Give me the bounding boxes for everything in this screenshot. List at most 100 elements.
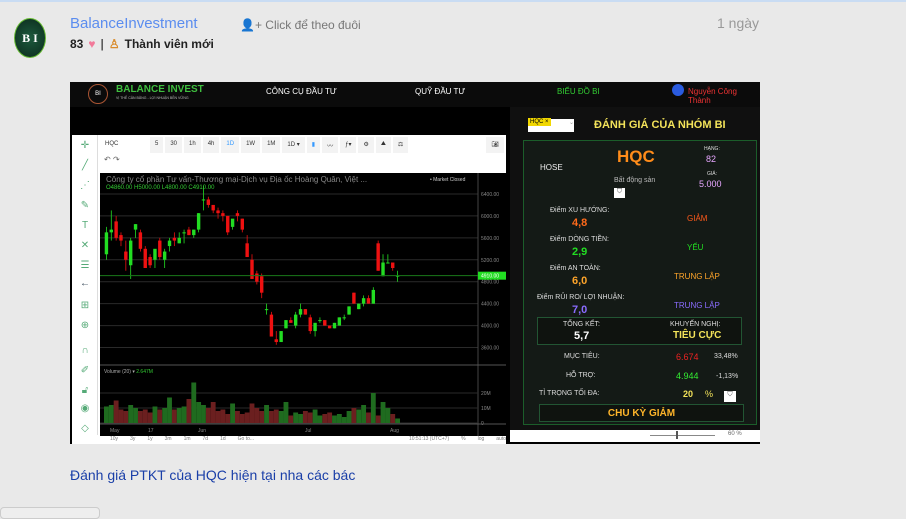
volume-bar [293, 412, 299, 423]
score-label: Điểm DÒNG TIỀN: [550, 236, 609, 243]
target-pct: 33,48% [714, 353, 738, 360]
volume-bar [171, 409, 177, 423]
candlestick-chart[interactable]: 6400.00 6000.00 5600.00 5200.00 4800.00 4400.… [100, 173, 506, 436]
user-name[interactable]: Nguyễn Công Thành [688, 87, 760, 105]
candle [337, 317, 342, 326]
rank-value: 82 [706, 154, 717, 164]
candle [357, 303, 361, 310]
candle [284, 320, 288, 329]
candles-icon[interactable]: ▮ [306, 137, 321, 153]
compare-icon[interactable]: ⛰ [375, 137, 391, 153]
candle [366, 298, 371, 304]
volume-bar [220, 409, 226, 423]
indicator-icon[interactable]: ƒ▾ [340, 137, 357, 153]
arrow-left-icon[interactable]: ← [79, 278, 91, 289]
candle [293, 314, 298, 326]
x-tick-label: 17 [148, 428, 154, 434]
user-avatar[interactable] [672, 84, 684, 96]
filter-icon[interactable]: ⛉ [614, 188, 625, 198]
symbol-select[interactable]: HQC × ⌄ [528, 118, 574, 132]
crosshair-icon[interactable]: ✛ [79, 140, 91, 151]
score-value: 4,8 [572, 217, 588, 229]
reply-box[interactable] [0, 507, 100, 519]
clock: 10:51:13 (UTC+7) [408, 436, 450, 442]
author-link[interactable]: BalanceInvestment [70, 15, 198, 32]
y-tick-label: 6000.00 [481, 214, 499, 220]
measure-icon[interactable]: ☰ [79, 260, 91, 271]
percent-toggle[interactable]: % [461, 436, 465, 444]
nav-tools[interactable]: CÔNG CỤ ĐẦU TƯ [266, 87, 337, 96]
magnet-icon[interactable]: ∩ [79, 345, 91, 356]
candle [342, 317, 346, 319]
goto-button[interactable]: Go to... [238, 436, 254, 444]
evaluation-panel: HQC × ⌄ ĐÁNH GIÁ CỦA NHÓM BI HOSE HQC Bất… [510, 107, 760, 430]
interval-30[interactable]: 30 [165, 137, 183, 153]
chart-plot[interactable]: 6400.00 6000.00 5600.00 5200.00 4800.00 4400.… [100, 173, 506, 436]
lock-draw-icon[interactable]: ✐ [79, 365, 91, 376]
redo-icon[interactable]: ↷ [113, 155, 120, 164]
zoom-slider[interactable] [650, 435, 715, 436]
follow-button[interactable]: 👤+ Click để theo đuôi [240, 18, 361, 32]
volume-bar [395, 418, 400, 423]
nav-funds[interactable]: QUỸ ĐẦU TƯ [415, 87, 465, 96]
range-3y[interactable]: 3y [130, 436, 135, 444]
eye-icon[interactable]: ◉ [79, 403, 91, 414]
volume-bar [118, 409, 124, 423]
post-image[interactable]: BI BALANCE INVEST VỊ THẾ CÂN BẰNG - LỢI … [70, 82, 760, 444]
scale-icon[interactable]: ⚖ [392, 137, 409, 153]
interval-5[interactable]: 5 [150, 137, 164, 153]
trendline-icon[interactable]: ╱ [79, 160, 91, 171]
candle [279, 331, 283, 343]
text-icon[interactable]: T [79, 220, 91, 231]
camera-icon[interactable]: 📷︎ [486, 137, 504, 153]
magnifier-icon[interactable]: ⊕ [79, 320, 91, 331]
lock-icon[interactable]: 🔓︎ [79, 385, 91, 396]
pattern-icon[interactable]: ✕ [79, 240, 91, 251]
layers-icon[interactable]: ◇ [79, 423, 91, 434]
volume-bar [239, 414, 245, 423]
volume-bar [346, 411, 352, 423]
symbol-input[interactable]: HQC [100, 137, 148, 153]
nav-chart[interactable]: BIỂU ĐỒ BI [557, 87, 600, 96]
range-1d[interactable]: 1d [220, 436, 226, 444]
candle [303, 309, 308, 315]
candle [274, 339, 278, 343]
interval-1h[interactable]: 1h [184, 137, 201, 153]
volume-bar [288, 415, 294, 423]
volume-bar [268, 411, 274, 423]
zoom-slider-handle[interactable] [676, 431, 678, 439]
candle [124, 251, 128, 260]
volume-bar [201, 405, 206, 423]
candle [192, 229, 196, 236]
filter-icon[interactable]: ⛉ [724, 391, 736, 402]
range-7d[interactable]: 7d [203, 436, 209, 444]
range-1m[interactable]: 1m [184, 436, 191, 444]
candle [371, 289, 376, 304]
brush-icon[interactable]: ✎ [79, 200, 91, 211]
interval-1d[interactable]: 1D [221, 137, 240, 153]
auto-toggle[interactable]: auto [496, 436, 506, 444]
range-3m[interactable]: 3m [165, 436, 172, 444]
range-1y[interactable]: 1y [147, 436, 152, 444]
interval-more[interactable]: 1D ▾ [282, 137, 305, 153]
interval-4h[interactable]: 4h [202, 137, 220, 153]
rank-label: HẠNG: [704, 146, 720, 152]
interval-1m[interactable]: 1M [262, 137, 281, 153]
volume-bar [225, 414, 231, 423]
volume-bar [302, 411, 308, 423]
fib-icon[interactable]: ⋰ [79, 180, 91, 191]
log-toggle[interactable]: log [478, 436, 485, 444]
target-value: 6.674 [676, 352, 699, 362]
range-10y[interactable]: 10y [110, 436, 118, 444]
candle [119, 235, 123, 241]
zoom-chart-icon[interactable]: ⊞ [79, 300, 91, 311]
gear-icon[interactable]: ⚙ [358, 137, 374, 153]
undo-icon[interactable]: ↶ [104, 155, 111, 164]
candle [196, 213, 201, 230]
avatar[interactable]: B I [14, 18, 46, 58]
line-icon[interactable]: 〰 [322, 137, 339, 153]
volume-bar [215, 411, 221, 423]
interval-1w[interactable]: 1W [241, 137, 261, 153]
x-tick-label: May [110, 428, 120, 434]
score-verdict: YẾU [687, 243, 704, 252]
